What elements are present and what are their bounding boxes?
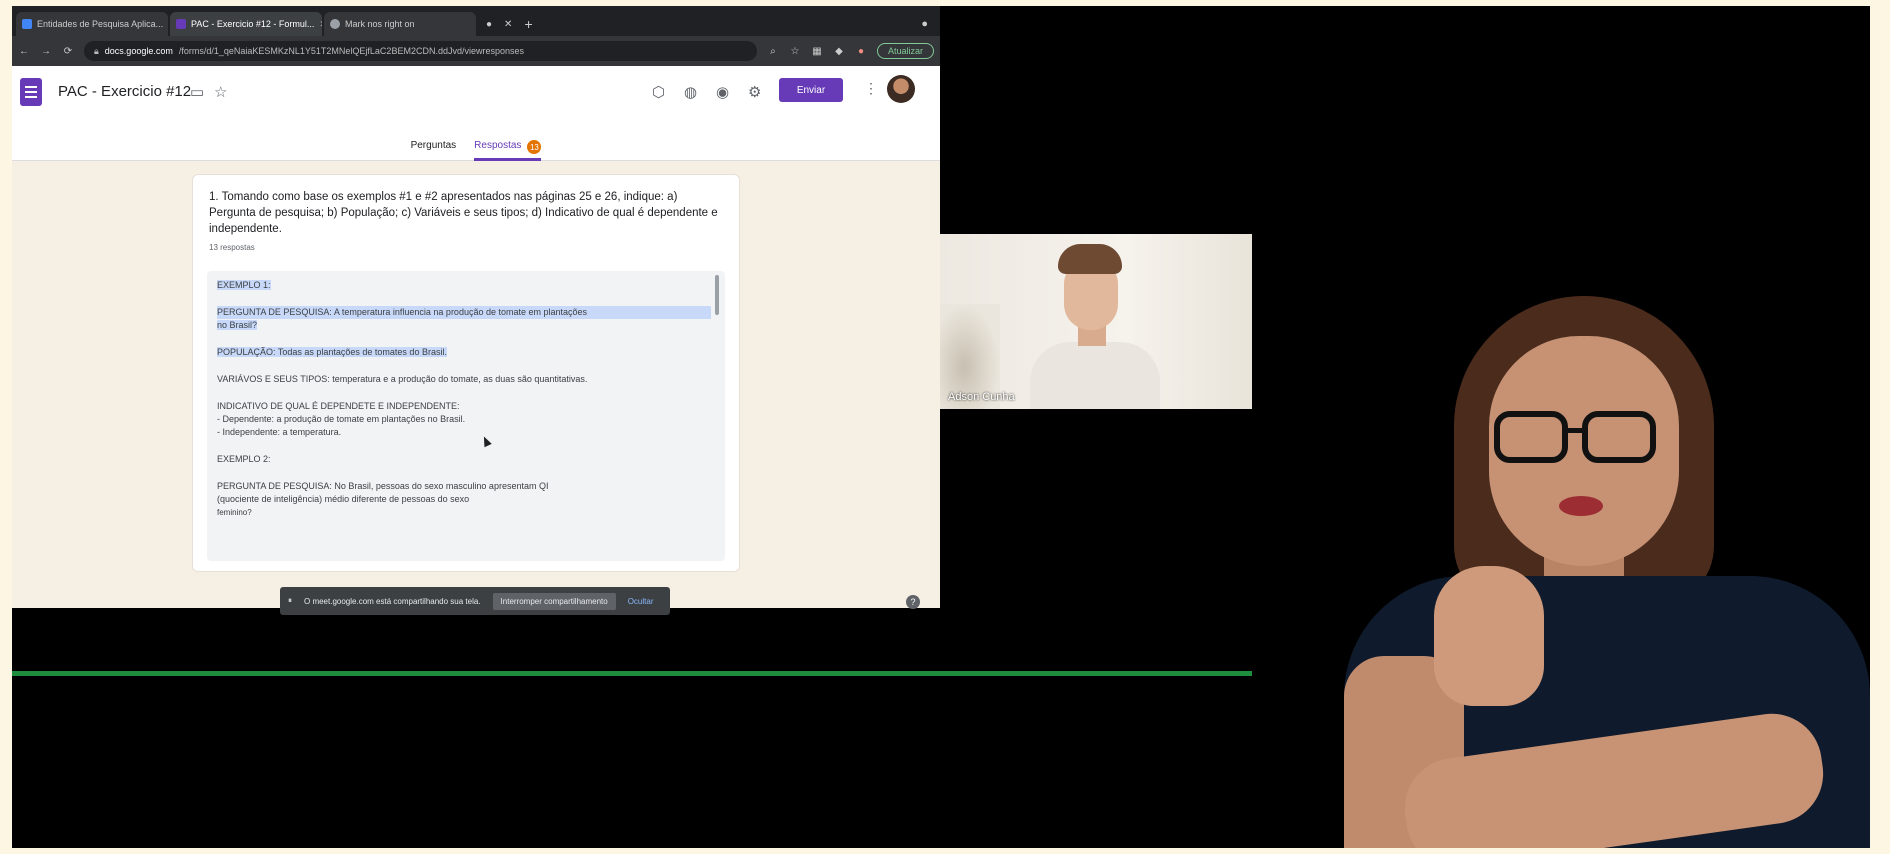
participant-tile[interactable]: Adson Cunha <box>940 234 1252 409</box>
globe-icon <box>330 19 340 29</box>
star-icon[interactable]: ☆ <box>789 45 801 57</box>
screen-share-bar: ⏸ O meet.google.com está compartilhando … <box>280 587 670 615</box>
response-count: 13 respostas <box>209 243 255 252</box>
star-icon[interactable]: ☆ <box>214 83 227 101</box>
browser-tab-label: Mark nos right on <box>345 19 415 29</box>
response-line: EXEMPLO 1: <box>217 280 271 290</box>
back-icon[interactable]: ← <box>18 45 30 57</box>
browser-tab-label: Entidades de Pesquisa Aplica... <box>37 19 164 29</box>
participant-name: Adson Cunha <box>948 391 1015 403</box>
share-message: O meet.google.com está compartilhando su… <box>304 596 481 606</box>
response-text-box[interactable]: EXEMPLO 1: PERGUNTA DE PESQUISA: A tempe… <box>207 271 725 561</box>
response-line: (quociente de inteligência) médio difere… <box>217 494 470 504</box>
tab-responses[interactable]: Respostas 13 <box>474 134 542 161</box>
puzzle-icon[interactable]: ◆ <box>833 45 845 57</box>
response-line: VARIÁVOS E SEUS TIPOS: temperatura e a p… <box>217 374 588 384</box>
tab-responses-label: Respostas <box>474 140 522 151</box>
participant-video <box>1030 244 1160 409</box>
new-tab-icon[interactable]: + <box>524 16 532 32</box>
forms-logo-icon[interactable] <box>20 78 42 106</box>
response-line: feminino? <box>217 508 252 517</box>
search-icon[interactable]: ⌕ <box>767 45 779 57</box>
forms-favicon-icon <box>176 19 186 29</box>
forward-icon[interactable]: → <box>40 45 52 57</box>
reload-icon[interactable]: ⟳ <box>62 45 74 57</box>
palette-icon[interactable]: ◍ <box>684 83 697 101</box>
response-line: no Brasil? <box>217 320 258 330</box>
address-bar: ← → ⟳ 🔒︎ docs.google.com /forms/d/1_qeNa… <box>12 36 940 66</box>
response-line: PERGUNTA DE PESQUISA: A temperatura infl… <box>217 306 711 319</box>
browser-tab[interactable]: Mark nos right on <box>324 12 476 36</box>
response-line: - Independente: a temperatura. <box>217 427 342 437</box>
stop-sharing-button[interactable]: Interromper compartilhamento <box>492 592 616 610</box>
tab-questions[interactable]: Perguntas <box>411 134 457 161</box>
settings-gear-icon[interactable]: ⚙ <box>748 83 761 101</box>
browser-tab-active[interactable]: PAC - Exercicio #12 - Formul... ✕ <box>170 12 322 36</box>
responses-count-badge: 13 <box>527 140 542 154</box>
sign-language-interpreter <box>1344 296 1870 848</box>
share-info-icon: ⏸ <box>288 596 292 605</box>
browser-tab-label: PAC - Exercicio #12 - Formul... <box>191 19 315 29</box>
hide-button[interactable]: Ocultar <box>628 597 654 606</box>
response-line: POPULAÇÃO: Todas as plantações de tomate… <box>217 347 447 357</box>
glasses-icon <box>1494 411 1568 463</box>
window-menu-icon[interactable]: ● <box>921 12 936 36</box>
question-text: 1. Tomando como base os exemplos #1 e #2… <box>209 191 718 235</box>
profile-icon[interactable]: ● <box>855 45 867 57</box>
more-options-icon[interactable]: ⋮ <box>864 80 878 97</box>
forms-header: PAC - Exercicio #12 ▭ ☆ ⬡ ◍ ◉ ⚙ Enviar ⋮… <box>12 66 940 161</box>
url-host: docs.google.com <box>104 46 173 56</box>
record-icon[interactable]: ● <box>486 19 492 30</box>
video-stage: Entidades de Pesquisa Aplica... ✕ PAC - … <box>12 6 1870 848</box>
extension-icon[interactable]: ▦ <box>811 45 823 57</box>
scrollbar[interactable] <box>715 275 719 315</box>
folder-icon[interactable]: ▭ <box>190 83 204 101</box>
response-line: PERGUNTA DE PESQUISA: No Brasil, pessoas… <box>217 481 549 491</box>
form-tabs: Perguntas Respostas 13 <box>12 134 940 161</box>
url-input[interactable]: 🔒︎ docs.google.com /forms/d/1_qeNaiaKESM… <box>84 41 757 61</box>
active-speaker-indicator <box>12 671 1252 676</box>
browser-tab-bar: Entidades de Pesquisa Aplica... ✕ PAC - … <box>12 6 940 36</box>
tab-tools: ● ✕ + <box>478 12 533 36</box>
lock-icon: 🔒︎ <box>94 45 99 56</box>
response-line: INDICATIVO DE QUAL É DEPENDETE E INDEPEN… <box>217 401 460 411</box>
url-path: /forms/d/1_qeNaiaKESMKzNL1Y51T2MNelQEjfL… <box>178 46 524 56</box>
send-button[interactable]: Enviar <box>779 78 843 102</box>
question-card: 1. Tomando como base os exemplos #1 e #2… <box>192 174 740 572</box>
response-line: EXEMPLO 2: <box>217 454 271 464</box>
addon-icon[interactable]: ⬡ <box>652 83 665 101</box>
shared-screen: Entidades de Pesquisa Aplica... ✕ PAC - … <box>12 6 940 608</box>
response-line: - Dependente: a produção de tomate em pl… <box>217 414 466 424</box>
google-forms-page: PAC - Exercicio #12 ▭ ☆ ⬡ ◍ ◉ ⚙ Enviar ⋮… <box>12 66 940 608</box>
help-icon[interactable]: ? <box>906 595 920 609</box>
preview-eye-icon[interactable]: ◉ <box>716 83 729 101</box>
docs-favicon-icon <box>22 19 32 29</box>
close-icon[interactable]: ✕ <box>504 19 512 30</box>
avatar[interactable] <box>887 75 915 103</box>
close-icon[interactable]: ✕ <box>319 19 322 30</box>
browser-tab[interactable]: Entidades de Pesquisa Aplica... ✕ <box>16 12 168 36</box>
update-button[interactable]: Atualizar <box>876 43 934 59</box>
form-title[interactable]: PAC - Exercicio #12 <box>58 83 191 100</box>
